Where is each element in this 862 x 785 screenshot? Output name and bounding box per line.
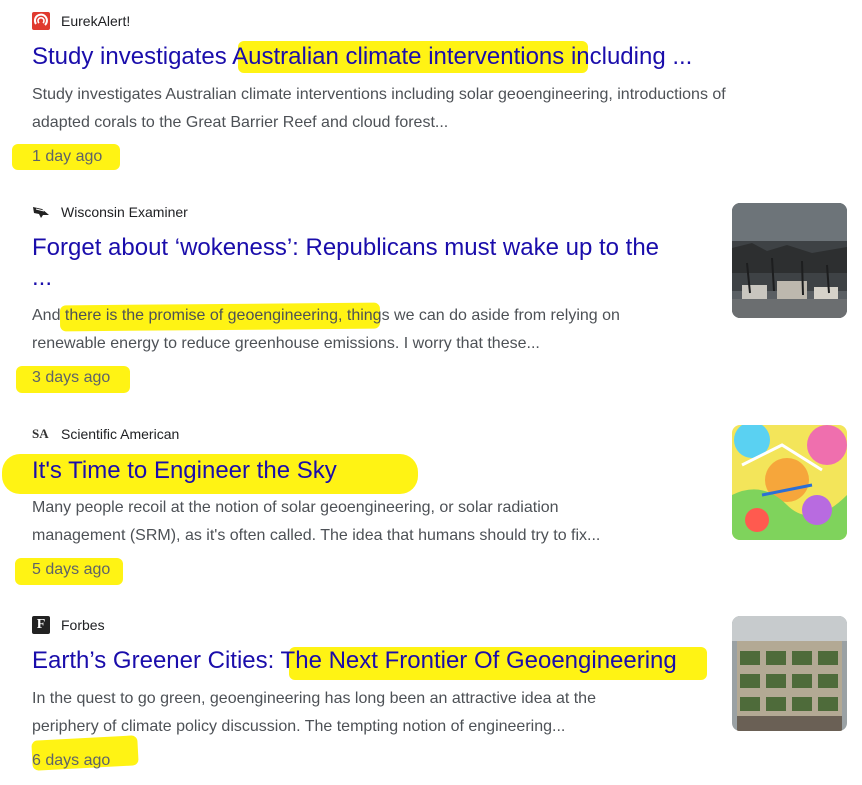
result-title[interactable]: It's Time to Engineer the Sky: [32, 456, 337, 486]
source-row[interactable]: F Forbes: [32, 615, 105, 635]
source-name: EurekAlert!: [61, 13, 131, 29]
colorful-illustration[interactable]: [732, 425, 847, 540]
result-title[interactable]: Study investigates Australian climate in…: [32, 42, 692, 72]
result-title[interactable]: Forget about ‘wokeness’: Republicans mus…: [32, 233, 659, 293]
timestamp: 5 days ago: [32, 561, 111, 578]
result-snippet: In the quest to go green, geoengineering…: [32, 690, 596, 735]
burned-town-photo[interactable]: [732, 203, 847, 318]
green-building-photo[interactable]: [732, 616, 847, 731]
wisconsin-examiner-logo-icon: [32, 203, 50, 221]
source-row[interactable]: SA Scientific American: [32, 424, 179, 444]
source-row[interactable]: EurekAlert!: [32, 11, 130, 31]
result-snippet: And there is the promise of geoengineeri…: [32, 307, 620, 352]
forbes-logo-icon: F: [32, 616, 50, 634]
timestamp: 1 day ago: [32, 148, 103, 165]
source-name: Wisconsin Examiner: [61, 204, 188, 220]
result-snippet: Many people recoil at the notion of sola…: [32, 499, 601, 544]
eurekalert-logo-icon: [32, 12, 50, 30]
source-name: Scientific American: [61, 426, 180, 442]
timestamp: 6 days ago: [32, 752, 111, 769]
result-title[interactable]: Earth’s Greener Cities: The Next Frontie…: [32, 646, 677, 676]
result-snippet: Study investigates Australian climate in…: [32, 86, 726, 131]
source-name: Forbes: [61, 617, 105, 633]
timestamp: 3 days ago: [32, 369, 111, 386]
scientific-american-logo-icon: SA: [32, 426, 49, 441]
source-row[interactable]: Wisconsin Examiner: [32, 202, 188, 222]
